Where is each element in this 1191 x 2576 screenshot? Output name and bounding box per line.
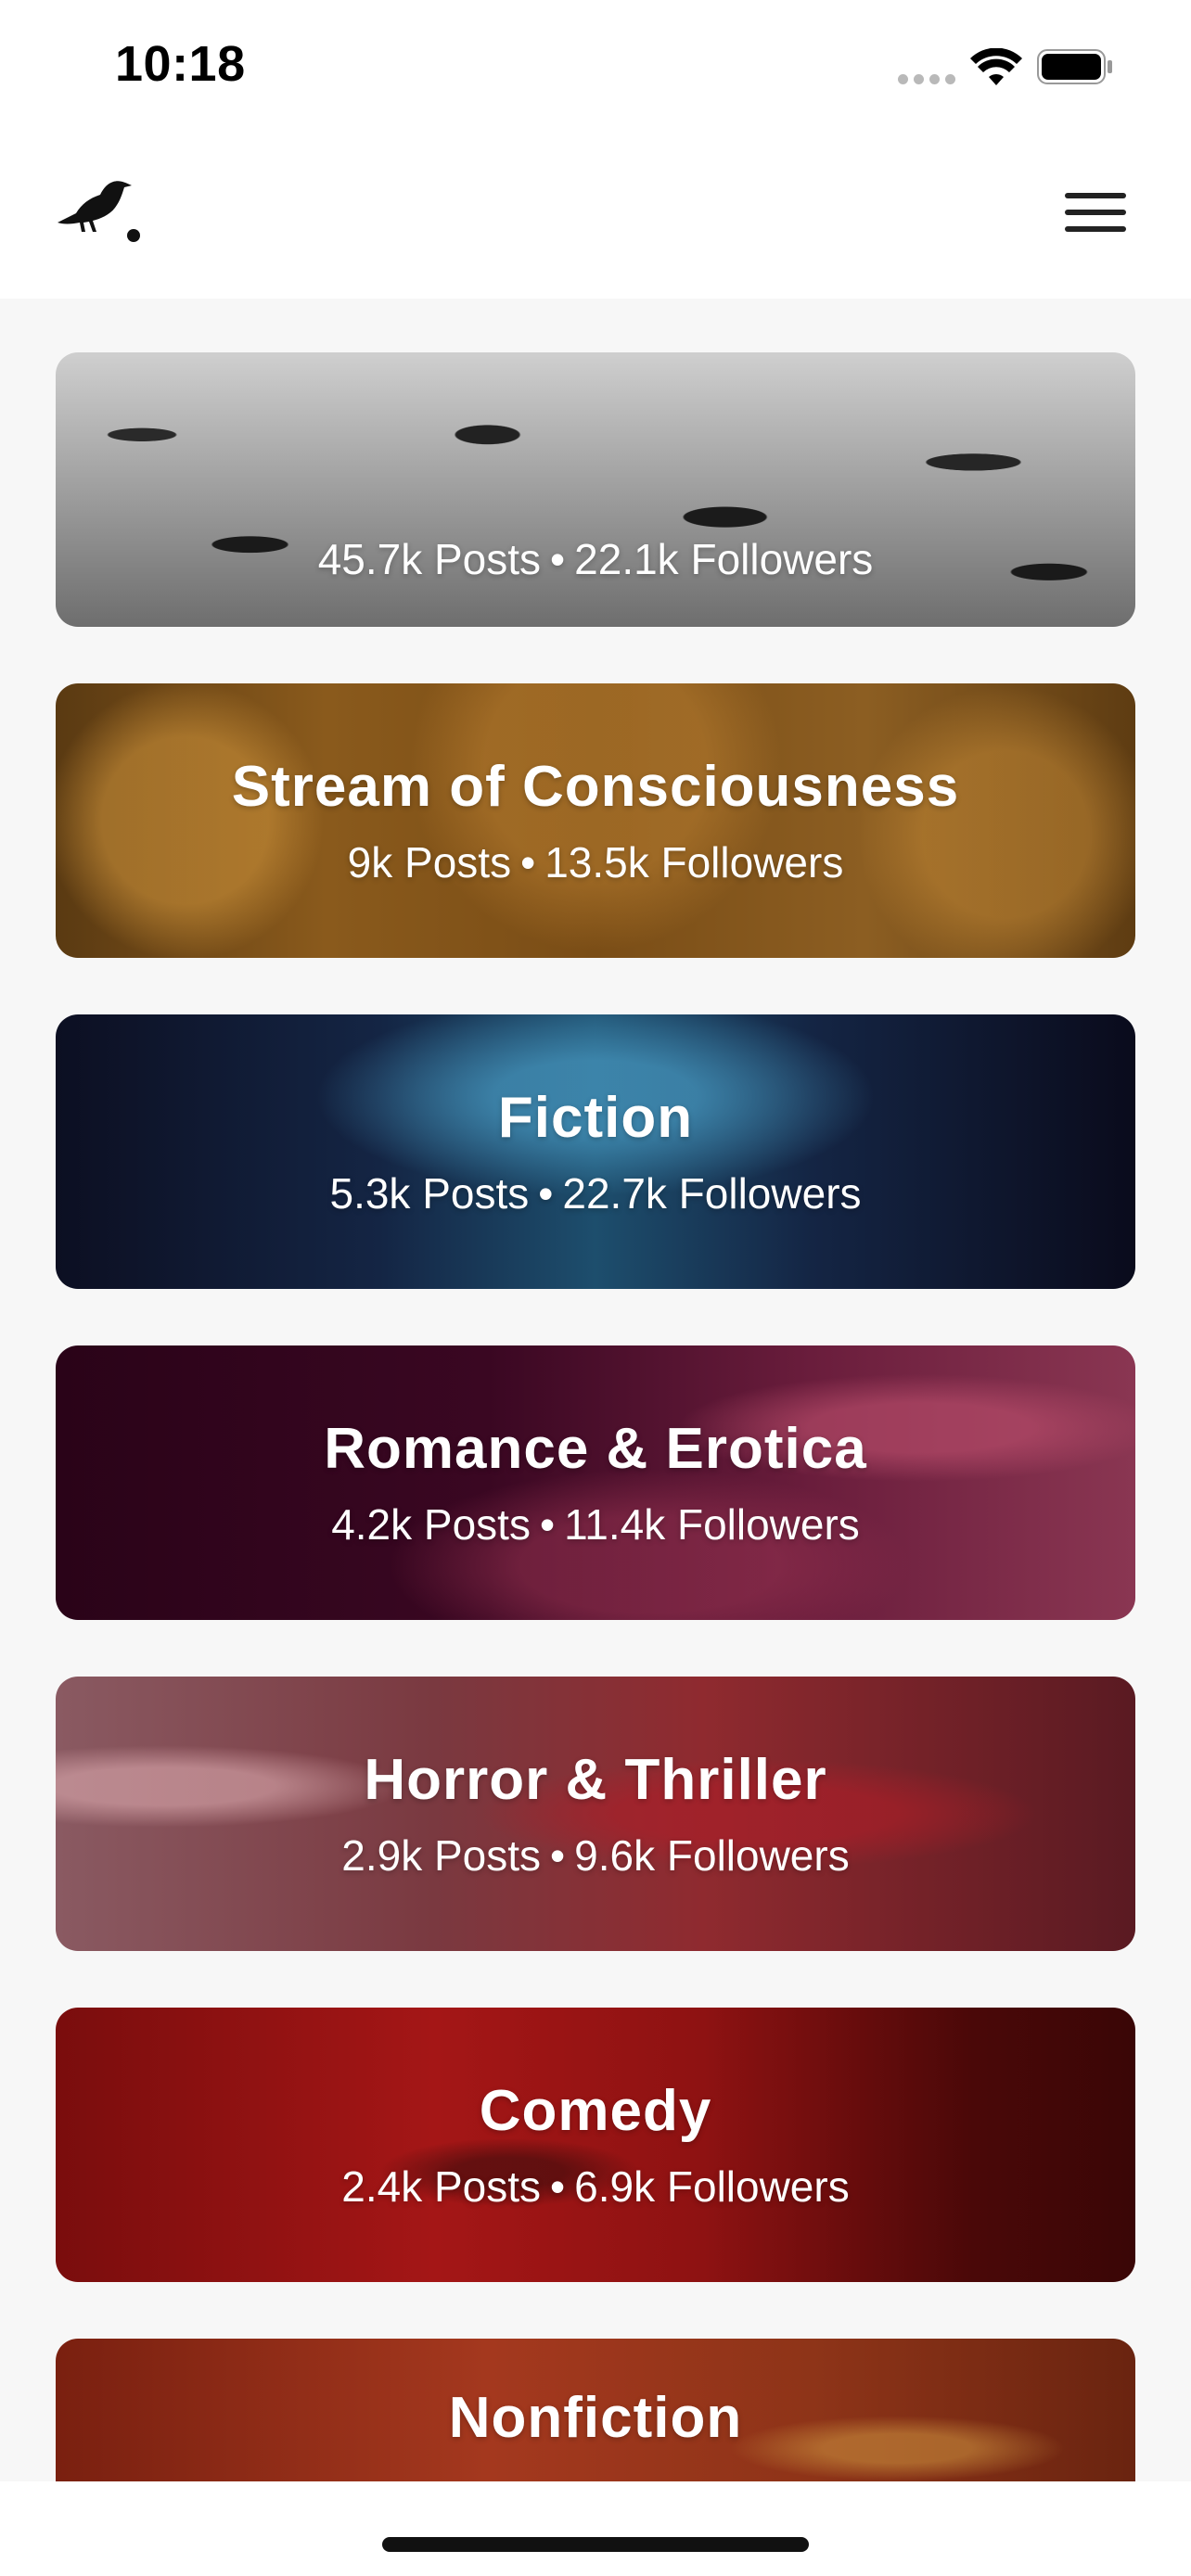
category-stats: 9k Posts • 13.5k Followers [347, 837, 844, 886]
category-title: Romance & Erotica [324, 1416, 867, 1481]
home-indicator-area [0, 2481, 1191, 2576]
posts-count: 2.9k Posts [341, 1830, 542, 1880]
category-title: Comedy [479, 2078, 712, 2143]
status-bar: 10:18 [0, 0, 1191, 139]
hamburger-menu-icon[interactable] [1065, 189, 1130, 236]
followers-count: 11.4k Followers [564, 1499, 860, 1549]
stats-separator: • [538, 1168, 554, 1218]
stats-separator: • [550, 2162, 566, 2211]
category-card-comedy[interactable]: Comedy 2.4k Posts • 6.9k Followers [56, 2008, 1135, 2282]
category-title: Horror & Thriller [364, 1747, 827, 1812]
raven-logo-icon[interactable] [56, 167, 141, 245]
category-stats: 45.7k Posts • 22.1k Followers [317, 534, 874, 583]
posts-count: 2.4k Posts [341, 2162, 542, 2211]
home-indicator[interactable] [382, 2537, 809, 2552]
followers-count: 9.6k Followers [574, 1830, 850, 1880]
category-stats: 2.9k Posts • 9.6k Followers [341, 1830, 850, 1880]
stats-separator: • [520, 837, 536, 886]
followers-count: 13.5k Followers [544, 837, 844, 886]
category-title: Nonfiction [448, 2386, 743, 2450]
app-screen: 10:18 45.7k Posts • 22.1k Followers Stre… [0, 0, 1191, 2576]
category-card-horror-thriller[interactable]: Horror & Thriller 2.9k Posts • 9.6k Follow… [56, 1677, 1135, 1951]
stats-separator: • [550, 1830, 566, 1880]
posts-count: 45.7k Posts [317, 534, 542, 583]
category-title: Stream of Consciousness [231, 754, 960, 819]
category-stats: 2.4k Posts • 6.9k Followers [341, 2162, 850, 2211]
battery-icon [1037, 49, 1112, 84]
category-stats: 4.2k Posts • 11.4k Followers [331, 1499, 860, 1549]
category-card[interactable]: 45.7k Posts • 22.1k Followers [56, 352, 1135, 627]
followers-count: 22.7k Followers [562, 1168, 862, 1218]
category-card-stream-of-consciousness[interactable]: Stream of Consciousness 9k Posts • 13.5k F… [56, 683, 1135, 958]
category-title: Fiction [497, 1085, 694, 1150]
posts-count: 5.3k Posts [329, 1168, 530, 1218]
status-time: 10:18 [115, 36, 246, 92]
followers-count: 22.1k Followers [574, 534, 874, 583]
stats-separator: • [539, 1499, 556, 1549]
stats-separator: • [550, 534, 566, 583]
cellular-signal-icon [898, 74, 955, 85]
nav-header [0, 139, 1191, 299]
posts-count: 9k Posts [347, 837, 512, 886]
posts-count: 4.2k Posts [331, 1499, 531, 1549]
category-stats: 5.3k Posts • 22.7k Followers [329, 1168, 862, 1218]
category-card-romance-erotica[interactable]: Romance & Erotica 4.2k Posts • 11.4k Follo… [56, 1345, 1135, 1620]
followers-count: 6.9k Followers [574, 2162, 850, 2211]
wifi-icon [970, 48, 1022, 85]
category-card-fiction[interactable]: Fiction 5.3k Posts • 22.7k Followers [56, 1014, 1135, 1289]
